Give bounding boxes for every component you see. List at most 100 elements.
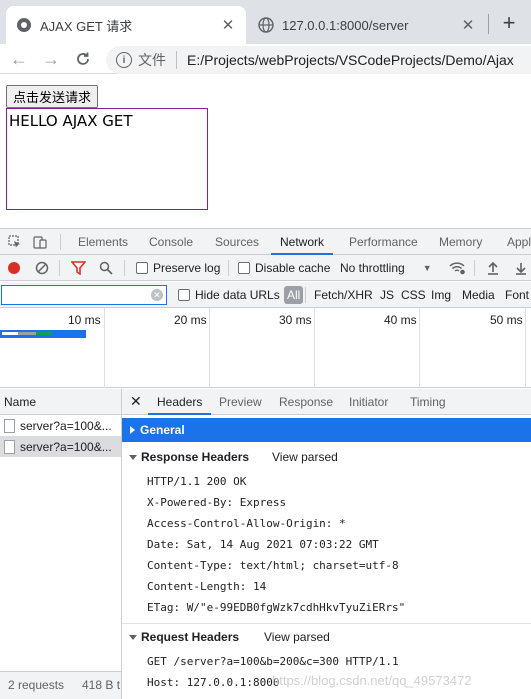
- forward-arrow-icon[interactable]: →: [40, 48, 62, 70]
- reload-icon[interactable]: [72, 48, 94, 70]
- timeline-gridline: [209, 308, 210, 388]
- timeline-overview[interactable]: 10 ms 20 ms 30 ms 40 ms 50 ms: [0, 308, 531, 388]
- tab-performance[interactable]: Performance: [349, 229, 418, 255]
- throttling-value: No throttling: [340, 261, 405, 275]
- tab-sources[interactable]: Sources: [215, 229, 259, 255]
- address-url: E:/Projects/webProjects/VSCodeProjects/D…: [187, 52, 514, 68]
- back-arrow-icon[interactable]: ←: [8, 48, 30, 70]
- tab-server[interactable]: 127.0.0.1:8000/server ✕: [248, 6, 486, 44]
- timeline-segment: [2, 332, 18, 335]
- close-tab-icon[interactable]: ✕: [460, 17, 476, 34]
- filter-type-font[interactable]: Font: [505, 282, 529, 308]
- hide-data-urls-label: Hide data URLs: [195, 288, 280, 302]
- transferred-size: 418 B t: [82, 678, 121, 692]
- checkbox[interactable]: [178, 289, 190, 301]
- address-divider: [176, 51, 177, 69]
- send-request-button[interactable]: 点击发送请求: [6, 85, 99, 108]
- collapse-triangle-icon: [129, 454, 137, 460]
- tab-timing[interactable]: Timing: [410, 389, 446, 415]
- response-headers-section-header[interactable]: Response Headers View parsed: [122, 446, 531, 468]
- throttling-select[interactable]: No throttling ▼: [340, 255, 432, 281]
- chevron-down-icon: ▼: [422, 263, 432, 273]
- divider: [305, 287, 306, 303]
- tab-initiator[interactable]: Initiator: [349, 389, 388, 415]
- tab-title: 127.0.0.1:8000/server: [282, 17, 409, 33]
- request-list: server?a=100&... server?a=100&...: [0, 415, 122, 671]
- tab-network[interactable]: Network: [271, 229, 334, 255]
- inspect-element-icon[interactable]: [8, 235, 22, 249]
- tab-title: AJAX GET 请求: [40, 18, 133, 34]
- tab-elements[interactable]: Elements: [78, 229, 128, 255]
- browser-toolbar: ← → i 文件 E:/Projects/webProjects/VSCodeP…: [0, 44, 531, 74]
- tab-response[interactable]: Response: [279, 389, 333, 415]
- timeline-gridline: [314, 308, 315, 388]
- response-header-line: Access-Control-Allow-Origin: *: [147, 517, 346, 530]
- new-tab-button[interactable]: +: [496, 10, 522, 36]
- general-section-header[interactable]: General: [122, 418, 531, 442]
- export-har-icon[interactable]: [514, 255, 528, 281]
- request-list-header[interactable]: Name: [0, 389, 122, 415]
- timeline-tick-label: 20 ms: [174, 313, 207, 327]
- close-tab-icon[interactable]: ✕: [220, 17, 236, 34]
- address-bar[interactable]: i 文件 E:/Projects/webProjects/VSCodeProje…: [106, 46, 531, 74]
- filter-type-all[interactable]: All: [284, 282, 304, 308]
- filter-type-img[interactable]: Img: [431, 282, 451, 308]
- response-headers-title: Response Headers: [141, 450, 250, 464]
- request-name: server?a=100&...: [20, 418, 112, 433]
- divider: [60, 234, 61, 250]
- response-header-line: Date: Sat, 14 Aug 2021 07:03:22 GMT: [147, 538, 379, 551]
- expand-triangle-icon: [130, 426, 135, 434]
- request-header-line: Host: 127.0.0.1:8000: [147, 676, 280, 689]
- divider: [228, 260, 229, 276]
- tab-console[interactable]: Console: [149, 229, 193, 255]
- filter-type-media[interactable]: Media: [462, 282, 495, 308]
- clear-icon[interactable]: [35, 255, 49, 281]
- network-conditions-icon[interactable]: [448, 255, 466, 281]
- filter-type-js[interactable]: JS: [380, 282, 394, 308]
- hide-data-urls-checkbox[interactable]: Hide data URLs: [178, 282, 280, 308]
- timeline-gridline: [419, 308, 420, 388]
- filter-type-css[interactable]: CSS: [401, 282, 426, 308]
- devtools-panel-tabs: Elements Console Sources Network Perform…: [0, 228, 531, 255]
- tab-application[interactable]: Appl: [507, 229, 531, 255]
- timeline-segment: [36, 332, 52, 335]
- request-name: server?a=100&...: [20, 439, 112, 454]
- filter-icon[interactable]: [71, 255, 86, 281]
- divider: [474, 260, 475, 276]
- request-row-selected[interactable]: server?a=100&...: [0, 436, 121, 457]
- filter-all-pill: All: [284, 286, 304, 304]
- import-har-icon[interactable]: [486, 255, 500, 281]
- close-detail-icon[interactable]: ✕: [130, 389, 142, 415]
- record-icon[interactable]: [7, 255, 21, 281]
- timeline-gridline: [525, 308, 526, 388]
- filter-bar: ✕ Hide data URLs All Fetch/XHR JS CSS Im…: [0, 282, 531, 308]
- document-icon: [4, 439, 15, 454]
- checkbox[interactable]: [136, 262, 148, 274]
- device-toolbar-icon[interactable]: [33, 235, 47, 249]
- preserve-log-checkbox[interactable]: Preserve log: [136, 255, 220, 281]
- filter-type-fetch-xhr[interactable]: Fetch/XHR: [314, 282, 373, 308]
- section-divider: [122, 623, 531, 624]
- disable-cache-checkbox[interactable]: Disable cache: [238, 255, 330, 281]
- tab-headers[interactable]: Headers: [148, 389, 212, 415]
- timeline-tick-label: 40 ms: [384, 313, 417, 327]
- request-headers-title: Request Headers: [141, 630, 240, 644]
- request-detail-tabs: ✕ Headers Preview Response Initiator Tim…: [122, 389, 531, 415]
- tab-memory[interactable]: Memory: [439, 229, 482, 255]
- clear-filter-icon[interactable]: ✕: [151, 289, 163, 301]
- request-headers-section-header[interactable]: Request Headers View parsed: [122, 626, 531, 648]
- tab-ajax-get[interactable]: AJAX GET 请求 ✕: [6, 6, 246, 44]
- request-count: 2 requests: [8, 678, 65, 692]
- info-icon[interactable]: i: [116, 52, 132, 68]
- view-parsed-link[interactable]: View parsed: [264, 630, 330, 644]
- disable-cache-label: Disable cache: [255, 261, 331, 275]
- timeline-tick-label: 10 ms: [68, 313, 101, 327]
- tab-preview[interactable]: Preview: [219, 389, 262, 415]
- request-row[interactable]: server?a=100&...: [0, 415, 121, 436]
- view-parsed-link[interactable]: View parsed: [272, 450, 338, 464]
- scheme-label: 文件: [138, 52, 166, 68]
- checkbox[interactable]: [238, 262, 250, 274]
- filter-input[interactable]: ✕: [1, 285, 167, 305]
- search-icon[interactable]: [99, 255, 113, 281]
- response-header-line: HTTP/1.1 200 OK: [147, 475, 247, 488]
